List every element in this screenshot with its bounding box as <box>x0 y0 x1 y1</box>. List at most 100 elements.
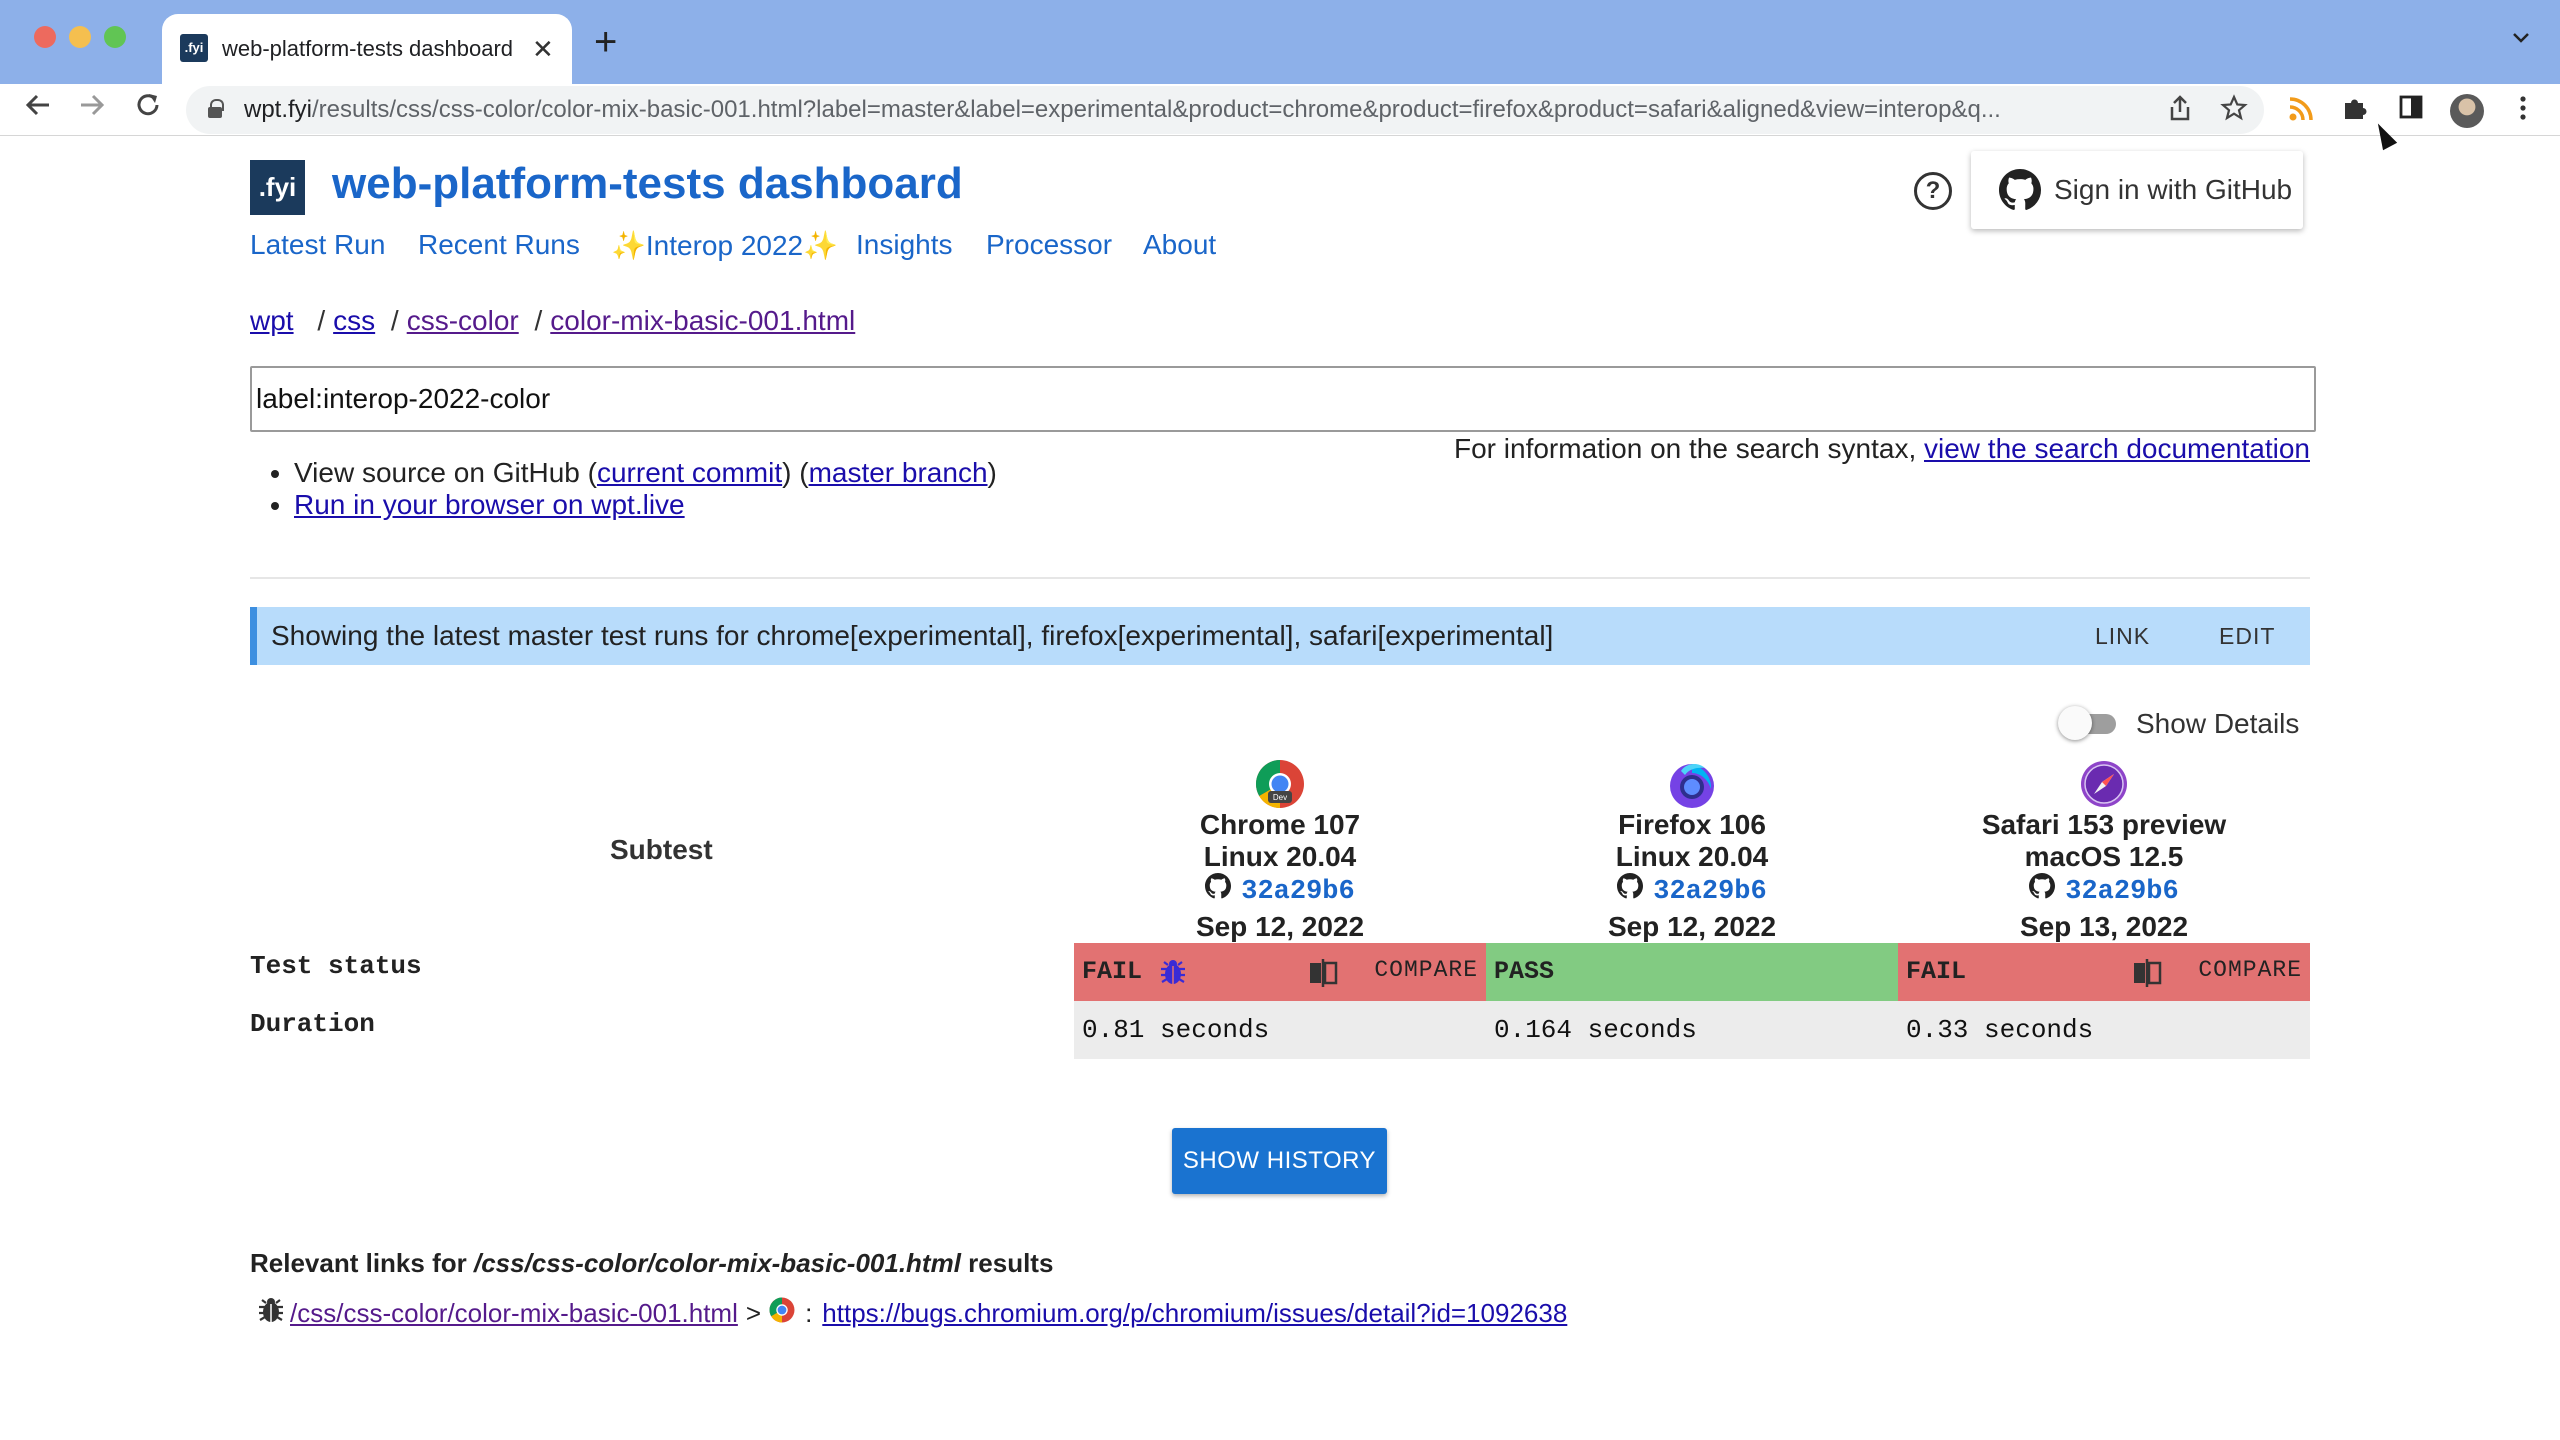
duration-cell-firefox: 0.164 seconds <box>1486 1001 1898 1059</box>
github-icon <box>1999 169 2041 216</box>
status-cell-safari[interactable]: FAIL COMPARE <box>1898 943 2310 1001</box>
run-sha-link[interactable]: 32a29b6 <box>1241 876 1354 908</box>
breadcrumb-file-link[interactable]: color-mix-basic-001.html <box>550 305 855 336</box>
window-zoom-button[interactable] <box>104 26 126 48</box>
extensions-puzzle-icon[interactable] <box>2338 94 2372 128</box>
nav-processor[interactable]: Processor <box>986 229 1112 261</box>
nav-interop-2022[interactable]: ✨Interop 2022✨ <box>611 229 838 262</box>
duration-value: 0.164 seconds <box>1494 1015 1697 1045</box>
github-icon <box>2029 873 2056 911</box>
back-arrow-icon[interactable] <box>18 90 58 130</box>
test-path-link[interactable]: /css/css-color/color-mix-basic-001.html <box>290 1298 738 1329</box>
row-label-duration: Duration <box>250 1009 375 1039</box>
page-content: .fyi web-platform-tests dashboard ? Sign… <box>0 137 2560 1440</box>
status-cell-firefox[interactable]: PASS <box>1486 943 1898 1001</box>
status-text: FAIL <box>1082 957 1143 986</box>
run-date: Sep 13, 2022 <box>2019 911 2189 942</box>
relevant-links-title: Relevant links for /css/css-color/color-… <box>250 1248 1054 1278</box>
master-branch-link[interactable]: master branch <box>809 457 988 488</box>
wpt-fyi-logo[interactable]: .fyi <box>250 160 305 215</box>
side-panel-icon[interactable] <box>2394 94 2428 128</box>
nav-recent-runs[interactable]: Recent Runs <box>418 229 580 261</box>
sign-in-label: Sign in with GitHub <box>2054 174 2293 205</box>
lock-icon[interactable] <box>208 99 224 118</box>
subtest-header: Subtest <box>610 834 713 865</box>
profile-avatar[interactable] <box>2450 94 2484 128</box>
run-sha-link[interactable]: 32a29b6 <box>1653 876 1766 908</box>
firefox-nightly-logo-icon <box>1667 759 1717 809</box>
run-browser: Safari 153 preview <box>1981 809 2227 840</box>
breadcrumb-css-color-link[interactable]: css-color <box>407 305 519 336</box>
search-help: For information on the search syntax, vi… <box>1454 433 2310 464</box>
chromium-bug-link[interactable]: https://bugs.chromium.org/p/chromium/iss… <box>822 1298 1567 1329</box>
tab-title: web-platform-tests dashboard <box>222 36 514 61</box>
forward-arrow-icon[interactable] <box>72 90 112 130</box>
compare-icon[interactable] <box>2132 957 2162 989</box>
search-input[interactable] <box>250 366 2316 432</box>
row-label-test-status: Test status <box>250 951 422 981</box>
run-date: Sep 12, 2022 <box>1195 911 1365 942</box>
breadcrumb-root-link[interactable]: wpt <box>250 305 294 336</box>
rss-extension-icon[interactable] <box>2284 94 2318 128</box>
github-icon <box>1205 873 1232 911</box>
nav-about[interactable]: About <box>1143 229 1216 261</box>
browser-toolbar: wpt.fyi/results/css/css-color/color-mix-… <box>0 84 2560 136</box>
browser-menu-icon[interactable] <box>2506 94 2540 128</box>
divider <box>250 577 2310 579</box>
run-os: macOS 12.5 <box>2024 841 2184 872</box>
address-bar[interactable]: wpt.fyi/results/css/css-color/color-mix-… <box>186 86 2264 134</box>
tab-close-icon[interactable]: ✕ <box>532 14 554 84</box>
site-title[interactable]: web-platform-tests dashboard <box>332 159 963 209</box>
status-text: PASS <box>1494 957 1555 986</box>
bug-icon[interactable] <box>1158 957 1188 987</box>
show-details-toggle[interactable] <box>2058 704 2118 740</box>
run-os: Linux 20.04 <box>1615 841 1769 872</box>
run-header-safari: Safari 153 preview macOS 12.5 32a29b6 Se… <box>1898 759 2310 943</box>
duration-value: 0.33 seconds <box>1906 1015 2094 1045</box>
safari-preview-logo-icon <box>2079 759 2129 809</box>
reload-icon[interactable] <box>128 90 168 130</box>
browser-tab-active[interactable]: .fyi web-platform-tests dashboard ✕ <box>162 14 572 84</box>
run-sha-link[interactable]: 32a29b6 <box>2065 876 2178 908</box>
breadcrumb-css-link[interactable]: css <box>333 305 375 336</box>
list-item: Run in your browser on wpt.live <box>294 489 997 521</box>
compare-button[interactable]: COMPARE <box>2198 943 2302 997</box>
window-close-button[interactable] <box>34 26 56 48</box>
banner-message: Showing the latest master test runs for … <box>271 620 1554 651</box>
sign-in-github-button[interactable]: Sign in with GitHub <box>1971 151 2303 229</box>
chrome-logo-icon <box>769 1297 795 1330</box>
banner-link-button[interactable]: LINK <box>2095 607 2150 665</box>
duration-value: 0.81 seconds <box>1082 1015 1270 1045</box>
bug-icon <box>256 1295 286 1332</box>
help-icon[interactable]: ? <box>1914 172 1952 210</box>
compare-icon[interactable] <box>1308 957 1338 989</box>
show-details-label: Show Details <box>2136 708 2300 739</box>
compare-button[interactable]: COMPARE <box>1374 943 1478 997</box>
status-text: FAIL <box>1906 957 1967 986</box>
run-header-firefox: Firefox 106 Linux 20.04 32a29b6 Sep 12, … <box>1486 759 1898 943</box>
run-header-chrome: Dev Chrome 107 Linux 20.04 32a29b6 Sep 1… <box>1074 759 1486 943</box>
breadcrumb: wpt / css / css-color / color-mix-basic-001… <box>250 305 856 336</box>
nav-latest-run[interactable]: Latest Run <box>250 229 385 261</box>
relevant-links-row: /css/css-color/color-mix-basic-001.html … <box>256 1295 1567 1332</box>
new-tab-button[interactable]: + <box>594 20 617 64</box>
run-on-wpt-live-link[interactable]: Run in your browser on wpt.live <box>294 489 685 520</box>
svg-text:Dev: Dev <box>1273 793 1287 802</box>
source-links: View source on GitHub (current commit) (… <box>294 457 997 521</box>
share-icon[interactable] <box>2164 94 2196 126</box>
current-commit-link[interactable]: current commit <box>597 457 782 488</box>
runs-info-banner: Showing the latest master test runs for … <box>250 607 2310 665</box>
duration-cell-chrome: 0.81 seconds <box>1074 1001 1486 1059</box>
search-docs-link[interactable]: view the search documentation <box>1924 433 2310 464</box>
url-text[interactable]: wpt.fyi/results/css/css-color/color-mix-… <box>244 86 2144 134</box>
window-minimize-button[interactable] <box>69 26 91 48</box>
status-cell-chrome[interactable]: FAIL COMPARE <box>1074 943 1486 1001</box>
show-history-button[interactable]: SHOW HISTORY <box>1172 1128 1387 1194</box>
bookmark-star-icon[interactable] <box>2218 94 2250 126</box>
list-item: View source on GitHub (current commit) (… <box>294 457 997 489</box>
duration-cell-safari: 0.33 seconds <box>1898 1001 2310 1059</box>
tab-search-chevron-icon[interactable] <box>2510 26 2532 54</box>
run-date: Sep 12, 2022 <box>1607 911 1777 942</box>
nav-insights[interactable]: Insights <box>856 229 953 261</box>
banner-edit-button[interactable]: EDIT <box>2219 607 2275 665</box>
